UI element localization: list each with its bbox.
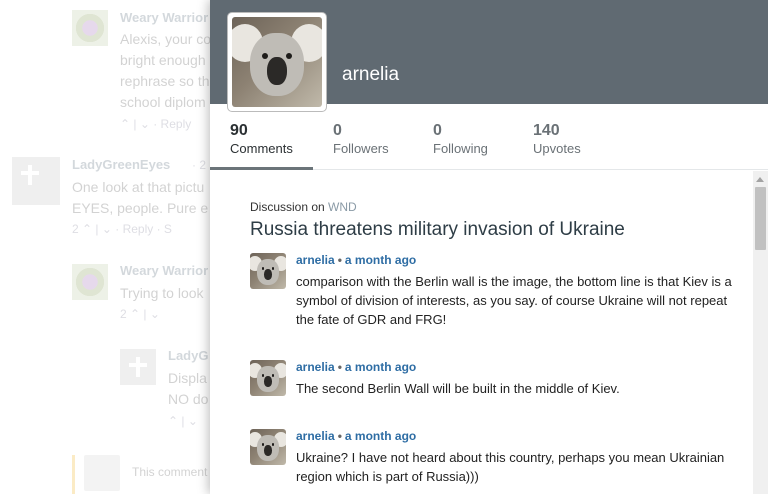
stat-label: Following [433, 141, 488, 156]
tab-comments[interactable]: 90 Comments [210, 104, 313, 170]
profile-avatar[interactable] [227, 12, 327, 112]
comment-text-line: school diplom [120, 94, 206, 110]
user-avatar[interactable] [72, 10, 108, 46]
comment-text-line: rephrase so th [120, 73, 210, 89]
stat-value: 90 [230, 122, 248, 139]
comment-author-link[interactable]: arnelia [296, 360, 335, 374]
koala-avatar-icon[interactable] [250, 429, 286, 465]
comment-entry: arnelia • a month ago Ukraine? I have not … [250, 429, 740, 491]
comment-text-line: NO do [168, 391, 209, 407]
profile-stats-tabs: 90 Comments 0 Followers 0 Following 140 … [210, 104, 768, 170]
profile-username: arnelia [342, 64, 400, 85]
comment-author-link[interactable]: arnelia [296, 429, 335, 443]
stat-value: 0 [333, 122, 342, 139]
comment-author[interactable]: Weary Warrior [120, 10, 208, 25]
comment-author[interactable]: LadyGreenEyes [72, 157, 170, 172]
comment-text-line: Alexis, your co [120, 31, 212, 47]
separator: • [337, 253, 342, 267]
default-avatar[interactable] [120, 349, 156, 385]
comment-actions[interactable]: ⌃ | ⌄ · Reply [120, 117, 191, 131]
comment-text-line: bright enough [120, 52, 206, 68]
koala-avatar-icon[interactable] [250, 253, 286, 289]
separator: • [337, 429, 342, 443]
comment-time: · 2 [192, 158, 207, 172]
stat-label: Upvotes [533, 141, 581, 156]
comment-author-link[interactable]: arnelia [296, 253, 335, 267]
koala-avatar-icon [232, 17, 322, 107]
koala-avatar-icon[interactable] [250, 360, 286, 396]
comment-entry: arnelia • a month ago comparison with the … [250, 253, 740, 333]
profile-panel: arnelia 90 Comments 0 Followers 0 Follow… [210, 0, 768, 494]
comment-author[interactable]: LadyG [168, 348, 208, 363]
comment-time-link[interactable]: a month ago [345, 429, 416, 443]
comment-text-line: One look at that pictu [72, 179, 205, 195]
comment-text: comparison with the Berlin wall is the i… [296, 274, 732, 327]
comment-entry: arnelia • a month ago The second Berlin Wa… [250, 360, 740, 400]
comment-time-link[interactable]: a month ago [345, 360, 416, 374]
comment-text-line: EYES, people. Pure e [72, 200, 209, 216]
user-avatar[interactable] [72, 264, 108, 300]
comment-placeholder[interactable]: This comment [132, 462, 207, 483]
stat-label: Followers [333, 141, 389, 156]
scrollbar[interactable] [753, 171, 768, 494]
comment-text: The second Berlin Wall will be built in … [296, 381, 620, 396]
user-silhouette-icon [84, 455, 120, 491]
tab-followers[interactable]: 0 Followers [313, 104, 413, 170]
comment-time-link[interactable]: a month ago [345, 253, 416, 267]
default-avatar[interactable] [12, 157, 60, 205]
stat-value: 0 [433, 122, 442, 139]
reply-box-accent [72, 455, 75, 494]
comment-header: arnelia • a month ago [296, 429, 416, 443]
scroll-thumb[interactable] [755, 187, 766, 250]
comment-header: arnelia • a month ago [296, 360, 416, 374]
comment-actions[interactable]: ⌃ | ⌄ [168, 414, 198, 428]
comment-actions[interactable]: 2 ⌃ | ⌄ · Reply · S [72, 222, 172, 236]
stat-label: Comments [230, 141, 293, 156]
tab-upvotes[interactable]: 140 Upvotes [513, 104, 613, 170]
stat-value: 140 [533, 122, 560, 139]
scroll-up-arrow-icon[interactable] [756, 177, 764, 182]
separator: • [337, 360, 342, 374]
comment-history: Discussion on WND Russia threatens milit… [210, 171, 753, 494]
comment-actions[interactable]: 2 ⌃ | ⌄ [120, 307, 160, 321]
comment-text-line: Trying to look [120, 285, 204, 301]
tab-following[interactable]: 0 Following [413, 104, 513, 170]
comment-text: Ukraine? I have not heard about this cou… [296, 450, 725, 484]
discussion-site-link[interactable]: WND [328, 200, 357, 214]
comment-header: arnelia • a month ago [296, 253, 416, 267]
discussion-prefix: Discussion on [250, 200, 325, 214]
discussion-title[interactable]: Russia threatens military invasion of Uk… [250, 219, 625, 241]
comment-text-line: Displa [168, 370, 207, 386]
discussion-source: Discussion on WND [250, 200, 357, 214]
comment-author[interactable]: Weary Warrior [120, 263, 208, 278]
